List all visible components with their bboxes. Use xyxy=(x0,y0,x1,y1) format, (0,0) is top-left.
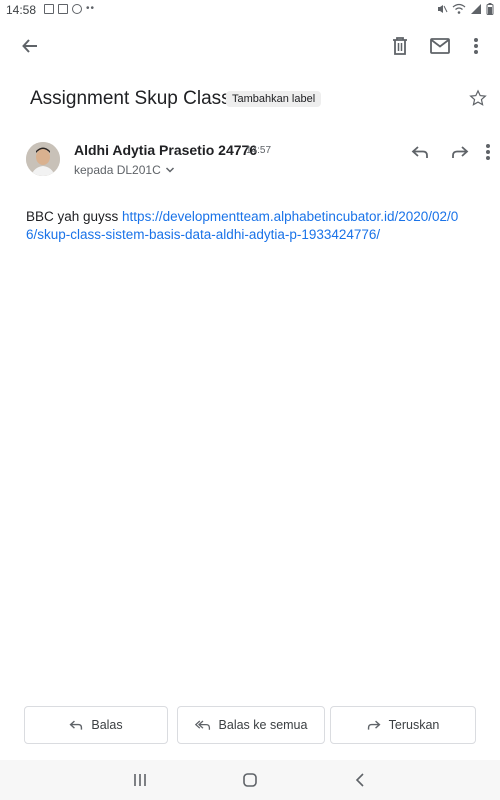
recipient-label: kepada DL201C xyxy=(74,163,161,177)
sender-row: Aldhi Adytia Prasetio 24776 14:57 kepada… xyxy=(26,140,490,182)
gallery-icon xyxy=(58,3,68,14)
star-icon xyxy=(469,89,487,106)
back-button[interactable] xyxy=(18,34,42,58)
forward-icon-button[interactable] xyxy=(448,140,472,164)
recipient-toggle[interactable]: kepada DL201C xyxy=(74,163,175,177)
more-vert-icon xyxy=(486,144,490,160)
more-vert-icon xyxy=(474,38,478,54)
back-arrow-icon xyxy=(22,39,37,53)
chrome-icon xyxy=(72,3,82,14)
wifi-icon xyxy=(452,3,466,14)
forward-icon xyxy=(452,146,469,158)
recent-apps-button[interactable] xyxy=(128,770,152,790)
forward-icon xyxy=(367,720,381,730)
chevron-down-icon xyxy=(165,167,174,173)
avatar-photo xyxy=(26,142,60,176)
sent-time: 14:57 xyxy=(246,145,272,156)
reply-icon xyxy=(69,720,83,730)
trash-icon xyxy=(393,37,407,55)
body-text: BBC yah guyss xyxy=(26,209,123,224)
forward-button[interactable]: Teruskan xyxy=(330,706,476,744)
reply-label: Balas xyxy=(91,718,123,732)
status-icons-left: •• xyxy=(44,3,95,14)
message-more-button[interactable] xyxy=(476,140,500,164)
mail-icon xyxy=(430,38,450,54)
mute-icon xyxy=(438,5,448,13)
add-label-chip[interactable]: Tambahkan label xyxy=(226,91,322,107)
recent-apps-icon xyxy=(134,774,146,786)
home-icon xyxy=(243,773,257,787)
more-options-button[interactable] xyxy=(464,34,488,58)
delete-button[interactable] xyxy=(388,34,412,58)
battery-icon xyxy=(486,3,494,15)
status-bar: 14:58 •• xyxy=(0,0,500,20)
more-notifications-icon: •• xyxy=(86,3,96,14)
forward-label: Teruskan xyxy=(388,718,440,732)
sender-name: Aldhi Adytia Prasetio 24776 xyxy=(74,142,258,158)
star-button[interactable] xyxy=(466,86,490,110)
mark-unread-button[interactable] xyxy=(428,34,452,58)
reply-icon xyxy=(411,146,428,158)
reply-all-icon xyxy=(194,720,210,730)
status-time: 14:58 xyxy=(6,3,37,17)
gallery-icon xyxy=(44,3,54,14)
actions-bar: Balas Balas ke semua Teruskan xyxy=(22,706,478,746)
system-back-button[interactable] xyxy=(348,770,372,790)
nav-back-icon xyxy=(355,773,364,787)
signal-icon xyxy=(471,4,481,14)
avatar[interactable] xyxy=(26,142,60,176)
home-button[interactable] xyxy=(238,770,262,790)
system-nav-bar xyxy=(0,760,500,800)
reply-all-button[interactable]: Balas ke semua xyxy=(177,706,325,744)
reply-button[interactable]: Balas xyxy=(24,706,168,744)
email-subject: Assignment Skup Class xyxy=(30,88,231,109)
status-icons-right xyxy=(436,3,494,15)
toolbar xyxy=(0,28,500,64)
reply-all-label: Balas ke semua xyxy=(218,718,308,732)
email-body: BBC yah guyss https://developmentteam.al… xyxy=(26,208,466,244)
reply-icon-button[interactable] xyxy=(408,140,432,164)
subject-row: Assignment Skup Class Tambahkan label xyxy=(30,86,490,116)
